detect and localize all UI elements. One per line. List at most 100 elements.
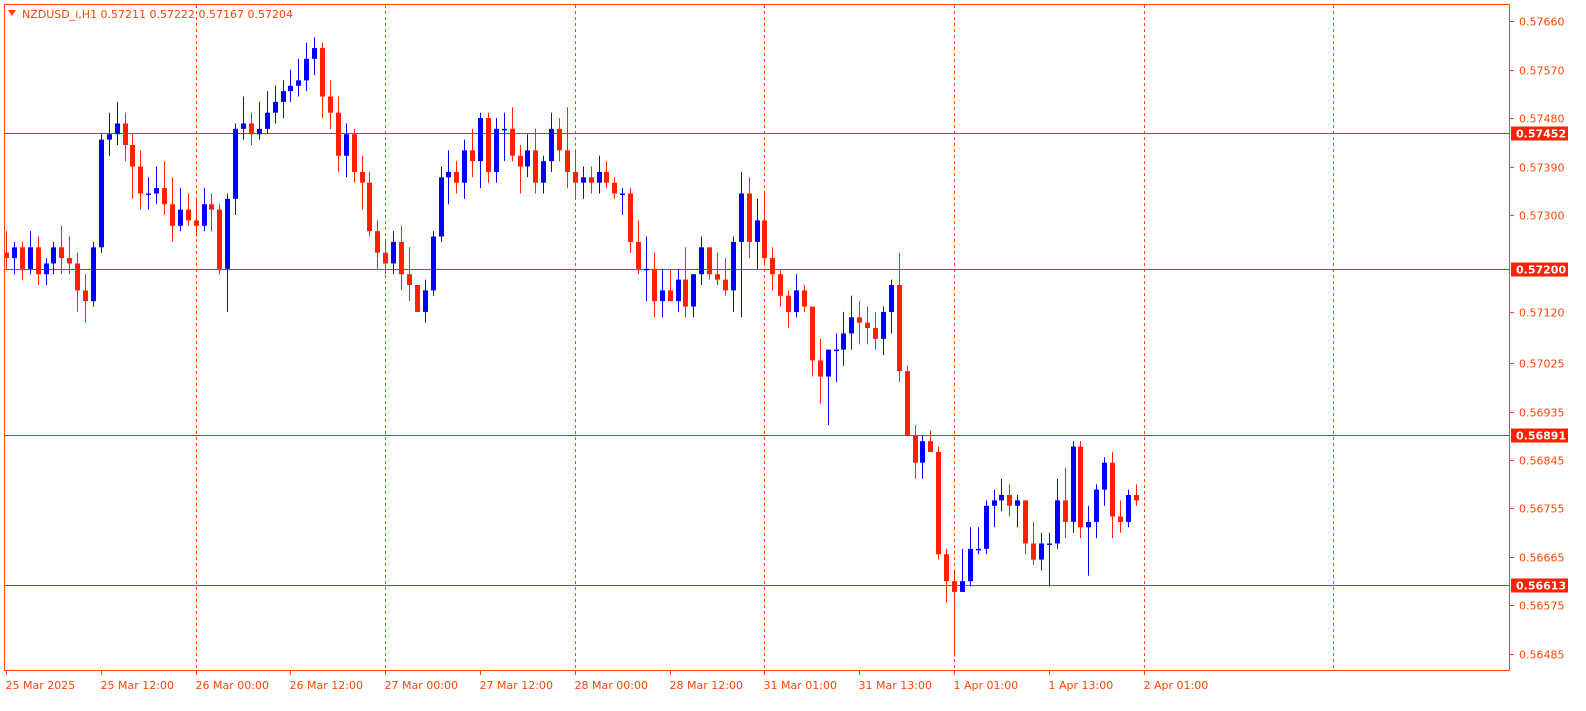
candle (415, 285, 420, 312)
candle-body (573, 171, 578, 183)
candle-body (1078, 446, 1083, 528)
candle-body (178, 209, 183, 226)
time-tick-label: 1 Apr 13:00 (1049, 679, 1114, 692)
candle-body (423, 290, 428, 312)
candle-body (146, 193, 151, 195)
candle-body (431, 236, 436, 291)
candle-body (992, 500, 997, 506)
candle-body (296, 80, 301, 86)
candle-body (865, 322, 870, 329)
candle-body (826, 349, 831, 377)
candle-body (391, 241, 396, 264)
candle-body (115, 123, 120, 135)
candle-body (770, 258, 775, 275)
time-tick-label: 28 Mar 12:00 (670, 679, 743, 692)
candle-body (225, 198, 230, 269)
candle-body (565, 150, 570, 172)
candle-body (360, 171, 365, 183)
candle-body (683, 279, 688, 307)
candlestick-chart[interactable]: 0.57660 0.57570 0.57480 0.57390 0.57300 0.571… (0, 0, 1586, 707)
time-tick-label: 31 Mar 01:00 (764, 679, 837, 692)
candle-body (439, 177, 444, 237)
time-tick-label: 31 Mar 13:00 (859, 679, 932, 692)
candle-body (36, 247, 41, 275)
candle-body (75, 263, 80, 291)
candle-body (802, 290, 807, 307)
candle-body (51, 247, 56, 264)
candle-body (67, 258, 72, 264)
candle (1078, 441, 1083, 539)
time-tick-label: 1 Apr 01:00 (954, 679, 1019, 692)
price-tick-label: 0.57025 (1519, 358, 1565, 371)
chart-header: NZDUSD_i,H1 0.57211 0.57222 0.57167 0.57… (8, 8, 293, 21)
candle-body (984, 505, 989, 549)
candle-body (620, 193, 625, 195)
symbol-info-text: NZDUSD_i,H1 0.57211 0.57222 0.57167 0.57… (22, 8, 293, 21)
candle-body (699, 247, 704, 275)
candle-body (557, 128, 562, 151)
candle-body (202, 204, 207, 226)
candle-body (707, 247, 712, 275)
time-tick-label: 26 Mar 00:00 (196, 679, 269, 692)
candle-body (281, 91, 286, 102)
candle-body (320, 48, 325, 97)
price-tick-label: 0.56665 (1519, 552, 1565, 565)
candle (217, 204, 222, 275)
price-tick-label: 0.57570 (1519, 65, 1565, 78)
candle-body (494, 128, 499, 172)
candle (1126, 489, 1131, 528)
candle-body (723, 279, 728, 291)
candle-body (612, 182, 617, 194)
candle-body (59, 247, 64, 259)
candle-body (273, 101, 278, 113)
candle-body (849, 317, 854, 334)
candle-body (107, 134, 112, 140)
candle (439, 166, 444, 242)
candle-body (739, 193, 744, 242)
candle-body (446, 171, 451, 178)
candle-body (636, 241, 641, 269)
time-tick-label: 26 Mar 12:00 (290, 679, 363, 692)
candle-body (470, 150, 475, 162)
candle-body (462, 150, 467, 183)
candle-body (968, 548, 973, 582)
candle-body (367, 182, 372, 232)
candle-body (944, 554, 949, 582)
candle-body (589, 177, 594, 183)
chart-window[interactable]: 0.57660 0.57570 0.57480 0.57390 0.57300 0.571… (0, 0, 1586, 707)
candle-body (628, 193, 633, 242)
candle-body (123, 123, 128, 145)
candle-body (778, 274, 783, 296)
candle-body (1063, 500, 1068, 522)
candle-body (91, 247, 96, 302)
candle-body (312, 48, 317, 59)
candle-body (881, 311, 886, 339)
candle-body (920, 441, 925, 463)
candle-body (454, 171, 459, 183)
price-tick-label: 0.57480 (1519, 113, 1565, 126)
candle-body (857, 317, 862, 323)
candle (1071, 441, 1076, 533)
candle-body (170, 204, 175, 226)
candle-body (344, 134, 349, 156)
candle-body (794, 290, 799, 312)
candle-body (810, 306, 815, 361)
candle-body (217, 209, 222, 269)
candle-body (12, 247, 17, 259)
time-tick-label: 27 Mar 12:00 (480, 679, 553, 692)
candle-body (1102, 462, 1107, 490)
candle-body (1118, 516, 1123, 522)
candle-body (889, 285, 894, 312)
candle-body (257, 128, 262, 135)
candle-body (1094, 489, 1099, 522)
candle-body (976, 548, 981, 551)
candle-body (897, 285, 902, 372)
candle-body (755, 220, 760, 242)
candle-body (604, 171, 609, 183)
candle-body (928, 441, 933, 452)
candle-body (154, 188, 159, 194)
candle-body (1031, 543, 1036, 560)
candle-body (478, 118, 483, 162)
candle-body (731, 241, 736, 291)
candle-body (691, 274, 696, 307)
